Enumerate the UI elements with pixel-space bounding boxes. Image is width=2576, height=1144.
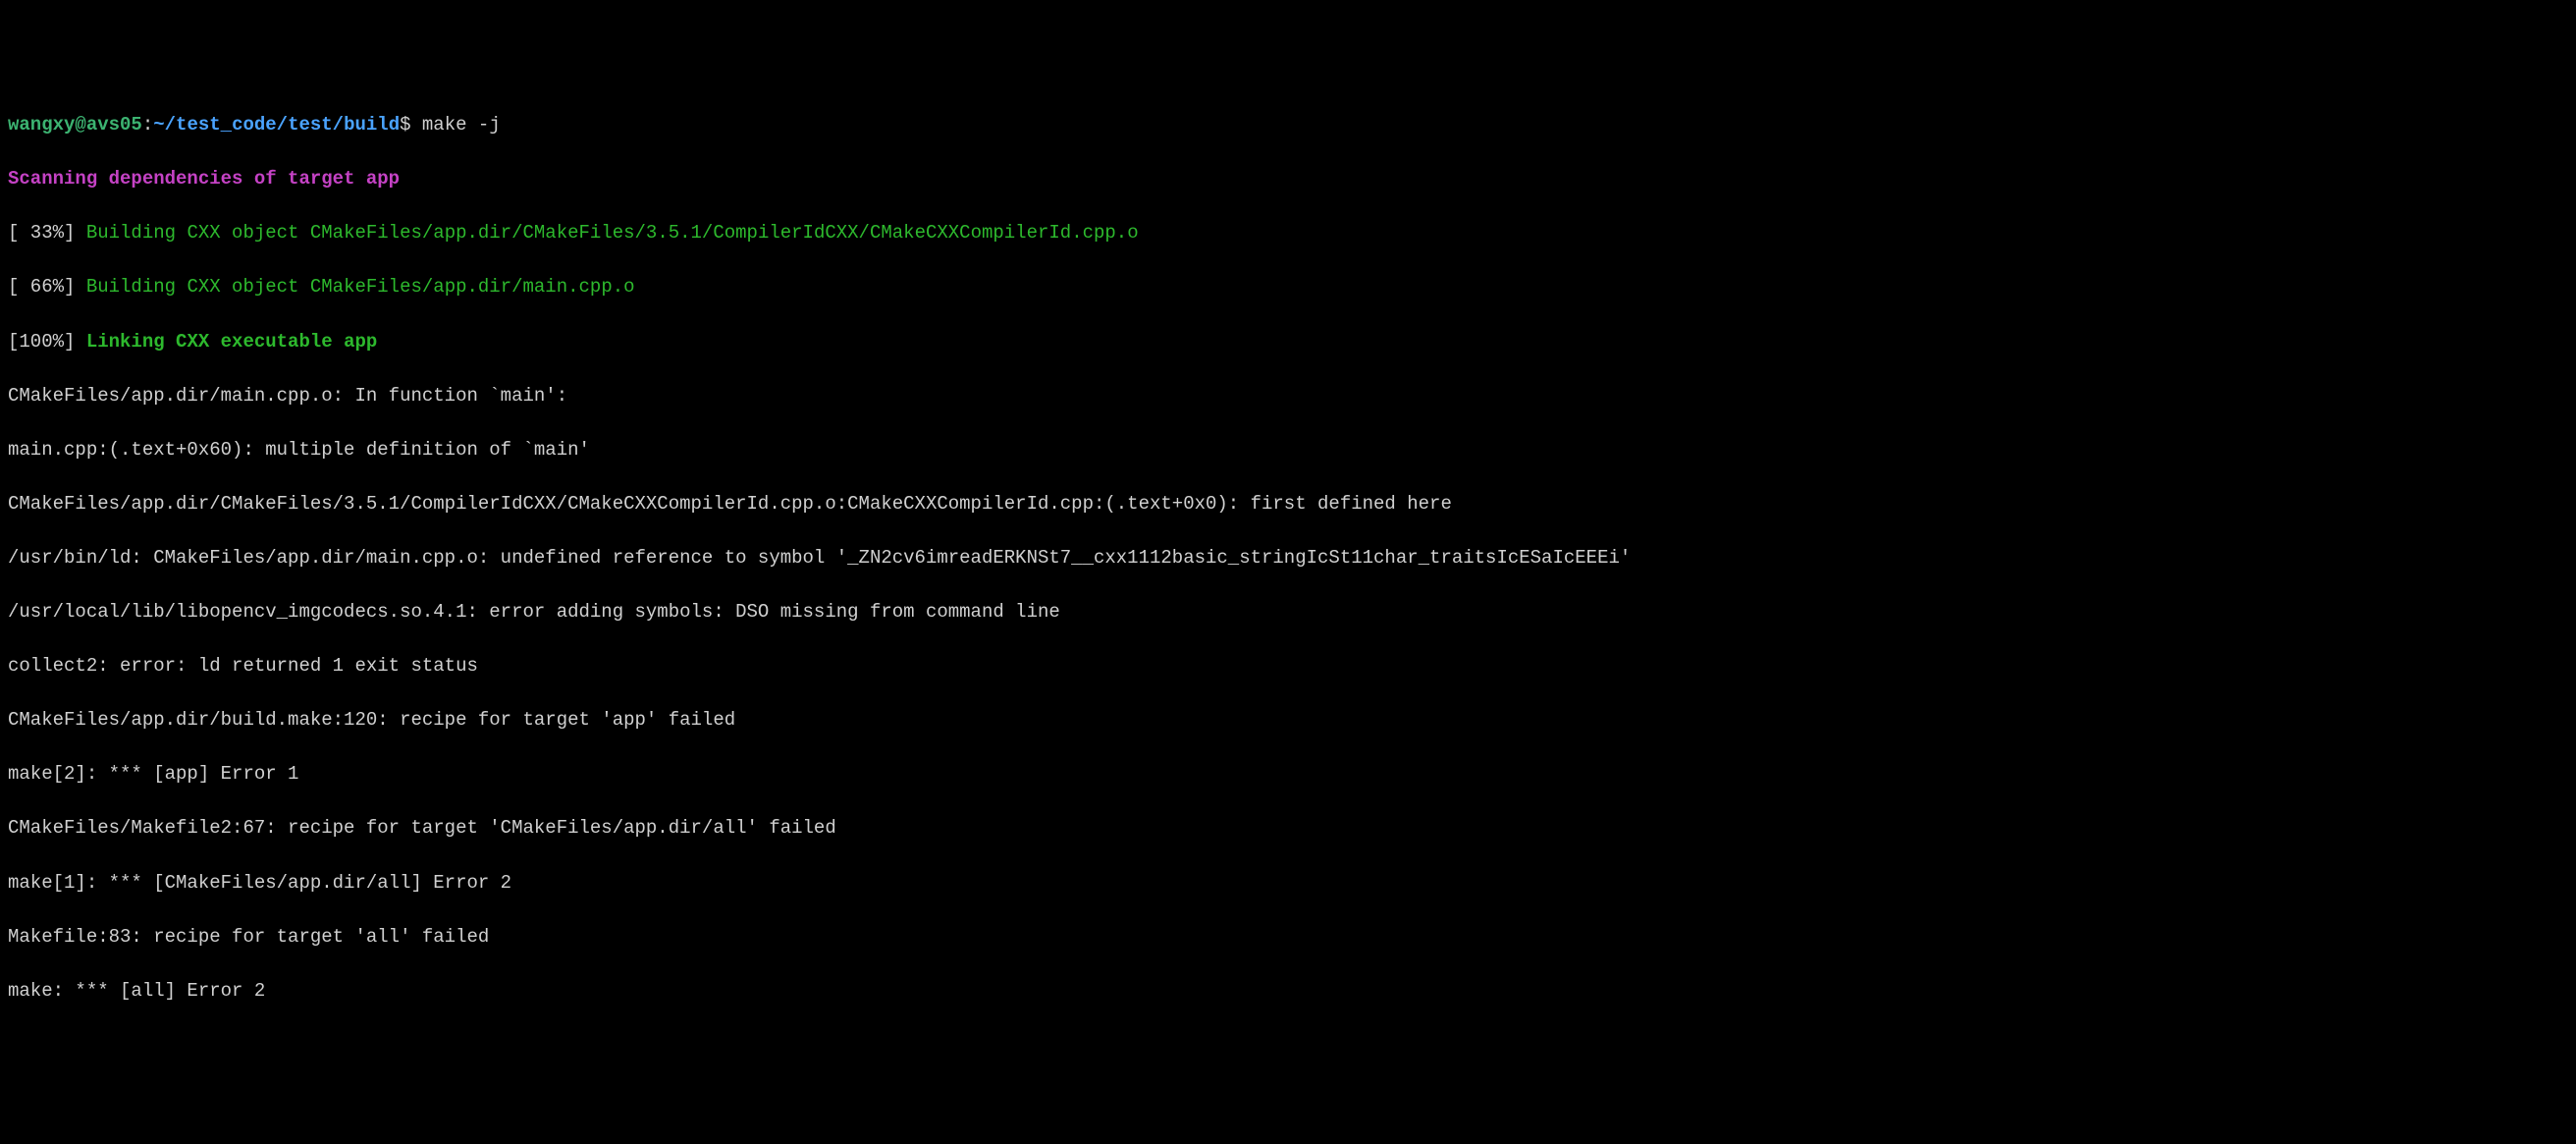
error-line: make: *** [all] Error 2 <box>8 978 2568 1006</box>
prompt-at: @ <box>75 114 85 136</box>
error-line: Makefile:83: recipe for target 'all' fai… <box>8 924 2568 952</box>
prompt-line[interactable]: wangxy@avs05:~/test_code/test/build$ mak… <box>8 112 2568 139</box>
error-line: CMakeFiles/app.dir/CMakeFiles/3.5.1/Comp… <box>8 491 2568 518</box>
error-line: main.cpp:(.text+0x60): multiple definiti… <box>8 437 2568 464</box>
scanning-deps-line: Scanning dependencies of target app <box>8 166 2568 193</box>
error-line: /usr/local/lib/libopencv_imgcodecs.so.4.… <box>8 599 2568 626</box>
prompt-host: avs05 <box>86 114 142 136</box>
error-line: make[2]: *** [app] Error 1 <box>8 761 2568 789</box>
prompt-dollar: $ <box>400 114 410 136</box>
progress-pct-66: [ 66%] <box>8 276 86 298</box>
error-line: CMakeFiles/app.dir/build.make:120: recip… <box>8 707 2568 735</box>
prompt-user: wangxy <box>8 114 75 136</box>
progress-msg-66: Building CXX object CMakeFiles/app.dir/m… <box>86 276 635 298</box>
build-progress-100: [100%] Linking CXX executable app <box>8 329 2568 356</box>
error-line: make[1]: *** [CMakeFiles/app.dir/all] Er… <box>8 870 2568 898</box>
prompt-path: ~/test_code/test/build <box>153 114 400 136</box>
error-line: collect2: error: ld returned 1 exit stat… <box>8 653 2568 681</box>
command-text: make -j <box>411 114 501 136</box>
progress-pct-33: [ 33%] <box>8 222 86 244</box>
error-line: /usr/bin/ld: CMakeFiles/app.dir/main.cpp… <box>8 545 2568 572</box>
error-line: CMakeFiles/Makefile2:67: recipe for targ… <box>8 815 2568 843</box>
error-line: CMakeFiles/app.dir/main.cpp.o: In functi… <box>8 383 2568 410</box>
progress-pct-100: [100%] <box>8 331 86 353</box>
progress-msg-33: Building CXX object CMakeFiles/app.dir/C… <box>86 222 1139 244</box>
prompt-colon: : <box>142 114 153 136</box>
progress-msg-100: Linking CXX executable app <box>86 331 377 353</box>
build-progress-33: [ 33%] Building CXX object CMakeFiles/ap… <box>8 220 2568 247</box>
build-progress-66: [ 66%] Building CXX object CMakeFiles/ap… <box>8 274 2568 301</box>
